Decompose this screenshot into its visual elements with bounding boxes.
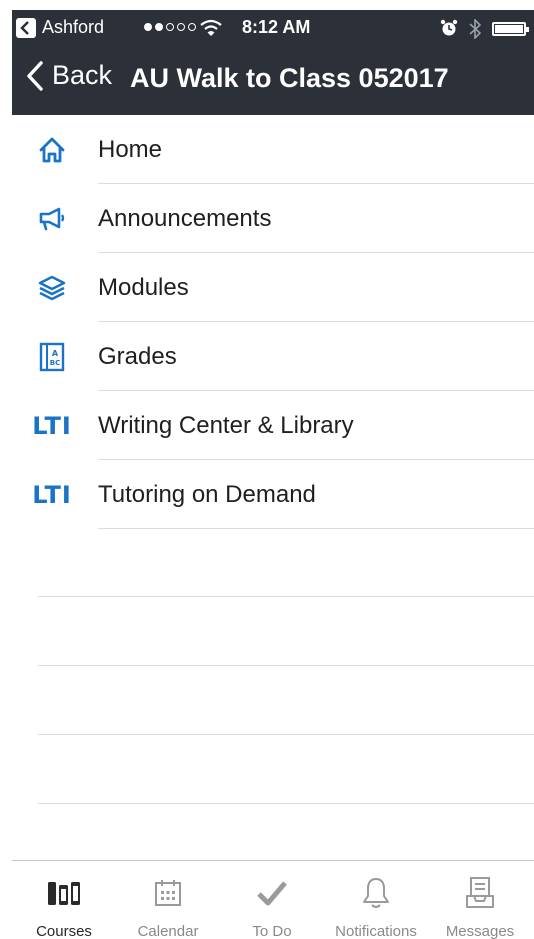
lti-icon: LTI — [32, 481, 72, 509]
menu-item-home[interactable]: Home — [0, 115, 534, 184]
inbox-icon — [428, 875, 532, 911]
grades-icon: A BC — [37, 342, 67, 372]
page-title: AU Walk to Class 052017 — [130, 63, 449, 93]
menu-item-label: Announcements — [98, 205, 272, 232]
back-button-label: Back — [52, 60, 113, 90]
bluetooth-icon — [469, 19, 482, 39]
checkmark-icon — [220, 875, 324, 911]
tab-label: Notifications — [335, 923, 417, 939]
menu-item-writing-center[interactable]: LTI Writing Center & Library — [0, 391, 534, 460]
tab-courses[interactable]: Courses — [12, 861, 116, 939]
tab-label: Calendar — [137, 923, 199, 939]
top-bar: Ashford 8:12 AM Back AU Walk to Class 05… — [12, 10, 534, 115]
back-button[interactable]: Back — [26, 60, 112, 91]
status-time: 8:12 AM — [242, 17, 311, 37]
menu-item-grades[interactable]: A BC Grades — [0, 322, 534, 391]
courses-icon — [12, 875, 116, 911]
tab-label: To Do — [252, 923, 292, 939]
menu-item-label: Grades — [98, 343, 177, 370]
menu-item-label: Writing Center & Library — [98, 412, 354, 439]
empty-row — [38, 666, 534, 735]
navigation-bar: Back AU Walk to Class 052017 — [12, 46, 534, 115]
calendar-icon — [116, 875, 220, 911]
svg-text:A: A — [52, 349, 59, 358]
empty-list-area — [38, 528, 534, 804]
menu-item-announcements[interactable]: Announcements — [0, 184, 534, 253]
tab-to-do[interactable]: To Do — [220, 861, 324, 939]
status-bar: Ashford 8:12 AM — [12, 10, 534, 46]
tab-notifications[interactable]: Notifications — [324, 861, 428, 939]
chevron-left-icon — [27, 60, 43, 91]
app-screen: Ashford 8:12 AM Back AU Walk to Class 05… — [0, 0, 534, 939]
layers-icon — [37, 273, 67, 303]
megaphone-icon — [37, 204, 67, 234]
tab-label: Courses — [36, 923, 92, 939]
wifi-icon — [200, 19, 222, 36]
tab-bar: Courses Calendar To Do Notifications Mes… — [12, 860, 534, 939]
alarm-icon — [440, 19, 458, 36]
bell-icon — [324, 875, 428, 911]
lti-icon: LTI — [32, 412, 72, 440]
menu-item-label: Modules — [98, 274, 189, 301]
menu-item-modules[interactable]: Modules — [0, 253, 534, 322]
tab-messages[interactable]: Messages — [428, 861, 532, 939]
empty-row — [38, 528, 534, 597]
signal-strength-icon — [144, 23, 196, 31]
tab-label: Messages — [445, 923, 515, 939]
tab-calendar[interactable]: Calendar — [116, 861, 220, 939]
home-icon — [37, 135, 67, 165]
empty-row — [38, 735, 534, 804]
menu-item-tutoring[interactable]: LTI Tutoring on Demand — [0, 460, 534, 529]
menu-item-label: Home — [98, 136, 163, 163]
battery-icon — [492, 22, 529, 36]
back-to-app-icon[interactable] — [16, 18, 36, 38]
empty-row — [38, 597, 534, 666]
course-menu: Home Announcements Modules A BC Grades L… — [0, 115, 534, 529]
menu-item-label: Tutoring on Demand — [98, 481, 316, 508]
carrier-label: Ashford — [42, 17, 105, 37]
svg-text:BC: BC — [50, 359, 60, 367]
